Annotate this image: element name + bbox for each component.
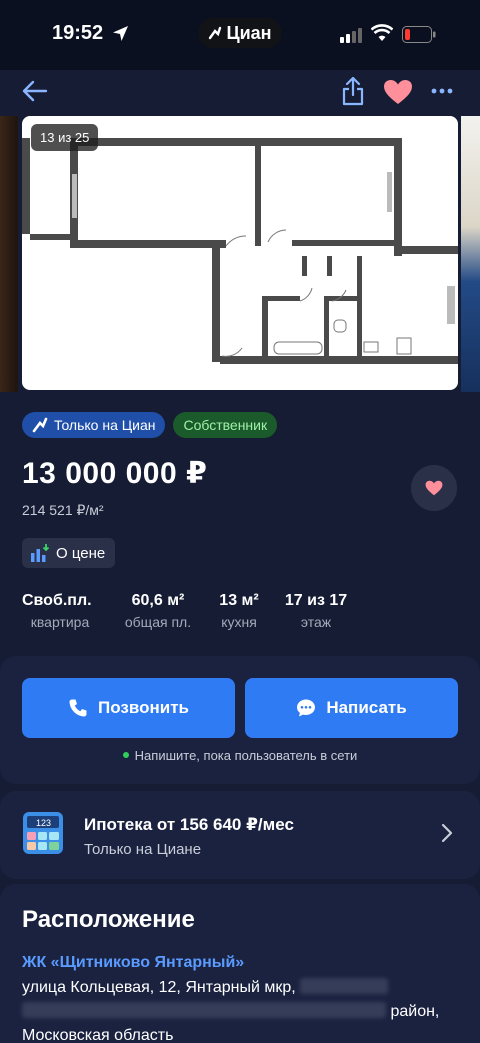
chat-bubble-icon <box>297 699 316 717</box>
param-floor: 17 из 17 этаж <box>280 592 352 630</box>
favorite-button[interactable] <box>411 465 457 511</box>
calculator-display: 123 <box>36 818 51 828</box>
next-photo-preview[interactable] <box>461 116 480 392</box>
location-title: Расположение <box>22 906 195 933</box>
address: улица Кольцевая, 12, Янтарный мкр, район… <box>22 976 462 1043</box>
listing-price: 13 000 000 ₽ <box>22 457 208 490</box>
mortgage-title: Ипотека от 156 640 ₽/мес <box>84 815 294 834</box>
heart-icon[interactable] <box>383 79 413 105</box>
param-label: этаж <box>300 614 332 630</box>
address-line-2: район, <box>22 1000 462 1024</box>
chevron-right-icon <box>441 823 453 843</box>
param-kitchen-area: 13 м² кухня <box>212 592 266 630</box>
photo-gallery[interactable]: 13 из 25 <box>0 116 480 392</box>
mortgage-card[interactable]: 123 Ипотека от 156 640 ₽/мес Только на Ц… <box>0 791 480 879</box>
badge-row: Только на Циан Собственник <box>22 412 278 438</box>
status-time: 19:52 <box>52 22 104 44</box>
address-region: Московская область <box>22 1027 174 1043</box>
param-type: Своб.пл. квартира <box>22 592 98 630</box>
call-button[interactable]: Позвонить <box>22 678 235 738</box>
param-total-area: 60,6 м² общая пл. <box>118 592 198 630</box>
wifi-icon <box>371 24 393 41</box>
redacted-text <box>22 1002 386 1018</box>
owner-label: Собственник <box>183 417 268 433</box>
calculator-icon: 123 <box>23 812 63 854</box>
floor-plan-image <box>22 138 458 364</box>
cian-only-label: Только на Циан <box>54 417 156 433</box>
address-line-1: улица Кольцевая, 12, Янтарный мкр, <box>22 976 462 1000</box>
price-chart-icon <box>31 544 50 562</box>
cian-only-badge: Только на Циан <box>22 412 166 438</box>
mortgage-subtitle: Только на Циане <box>84 841 202 858</box>
param-value: 13 м² <box>219 592 259 609</box>
param-value: 17 из 17 <box>284 592 348 609</box>
price-info-button[interactable]: О цене <box>22 538 116 568</box>
listing-params: Своб.пл. квартира 60,6 м² общая пл. 13 м… <box>22 592 362 632</box>
message-button[interactable]: Написать <box>245 678 458 738</box>
more-icon[interactable] <box>431 88 453 94</box>
contact-card: Позвонить Написать Напишите, пока пользо… <box>0 656 480 784</box>
battery-icon <box>402 26 436 43</box>
dynamic-island-brand: Циан <box>198 18 282 48</box>
cian-logo-icon <box>209 26 222 40</box>
back-arrow-icon[interactable] <box>22 79 48 103</box>
location-arrow-icon <box>113 26 128 41</box>
cellular-signal-icon <box>340 28 362 43</box>
address-district: район, <box>390 1003 440 1020</box>
address-street: улица Кольцевая, 12, Янтарный мкр, <box>22 979 296 996</box>
listing-page: 13 из 25 Только на Циан Собственник 13 0… <box>0 70 480 1043</box>
param-label: кухня <box>221 614 257 630</box>
photo-counter: 13 из 25 <box>31 124 99 151</box>
location-card: Расположение ЖК «Щитниково Янтарный» ули… <box>0 884 480 1043</box>
share-icon[interactable] <box>342 76 364 106</box>
online-status: Напишите, пока пользователь в сети <box>0 748 480 763</box>
message-button-label: Написать <box>326 698 407 717</box>
price-info-label: О цене <box>56 544 106 562</box>
redacted-text <box>300 978 389 994</box>
cian-logo-icon <box>32 417 48 433</box>
price-per-meter: 214 521 ₽/м² <box>22 502 104 518</box>
heart-icon <box>425 480 443 496</box>
param-label: квартира <box>30 614 90 630</box>
phone-icon <box>69 699 87 717</box>
online-status-text: Напишите, пока пользователь в сети <box>134 748 358 763</box>
floor-plan-photo[interactable] <box>22 116 458 390</box>
status-bar: 19:52 Циан <box>0 0 480 70</box>
previous-photo-preview[interactable] <box>0 116 18 392</box>
top-toolbar <box>0 70 480 116</box>
complex-link[interactable]: ЖК «Щитниково Янтарный» <box>22 954 244 972</box>
owner-badge: Собственник <box>173 412 278 438</box>
param-label: общая пл. <box>124 614 192 630</box>
call-button-label: Позвонить <box>98 698 189 717</box>
brand-name: Циан <box>226 22 272 43</box>
online-dot-icon <box>122 752 129 758</box>
param-value: Своб.пл. <box>22 592 92 609</box>
param-value: 60,6 м² <box>131 592 185 609</box>
